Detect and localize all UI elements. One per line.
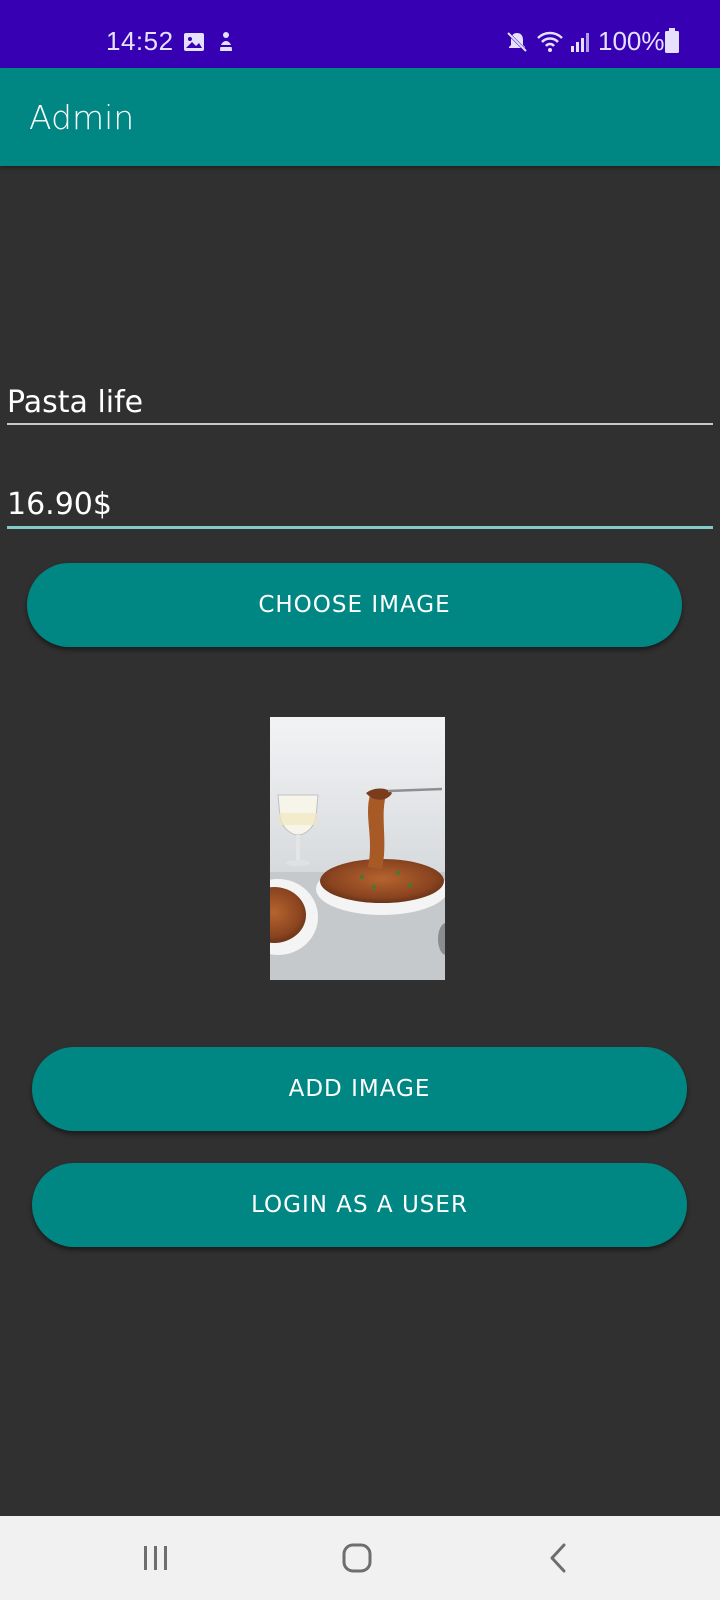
recents-button[interactable] [126,1530,186,1586]
recents-icon [144,1546,167,1570]
login-as-user-label: LOGIN AS A USER [251,1192,468,1218]
add-image-button[interactable]: ADD IMAGE [32,1047,687,1131]
battery-icon [665,28,679,53]
page-title: Admin [29,98,135,137]
navigation-bar [0,1516,720,1600]
mute-icon [506,31,528,53]
login-as-user-button[interactable]: LOGIN AS A USER [32,1163,687,1247]
wifi-icon [537,31,563,52]
signal-icon [571,33,589,52]
battery-percentage: 100% [598,26,665,56]
back-icon [550,1543,566,1573]
app-bar: Admin [0,68,720,166]
item-name-underline [7,423,713,425]
choose-image-button[interactable]: CHOOSE IMAGE [27,563,682,647]
item-name-input[interactable] [7,378,713,426]
status-bar: 14:52 100% [0,0,720,68]
screen: 14:52 100% Admin Pasta life 16.90$ CHOOS… [0,0,720,1600]
accessibility-icon [218,32,234,51]
food-image-preview [270,717,445,980]
home-icon [342,1543,372,1573]
status-time: 14:52 [106,26,174,56]
gallery-icon [184,33,204,51]
item-price-input[interactable] [7,480,713,528]
home-button[interactable] [327,1530,387,1586]
choose-image-label: CHOOSE IMAGE [258,592,451,618]
back-button[interactable] [528,1530,588,1586]
add-image-label: ADD IMAGE [288,1076,431,1102]
item-price-underline [7,526,713,529]
